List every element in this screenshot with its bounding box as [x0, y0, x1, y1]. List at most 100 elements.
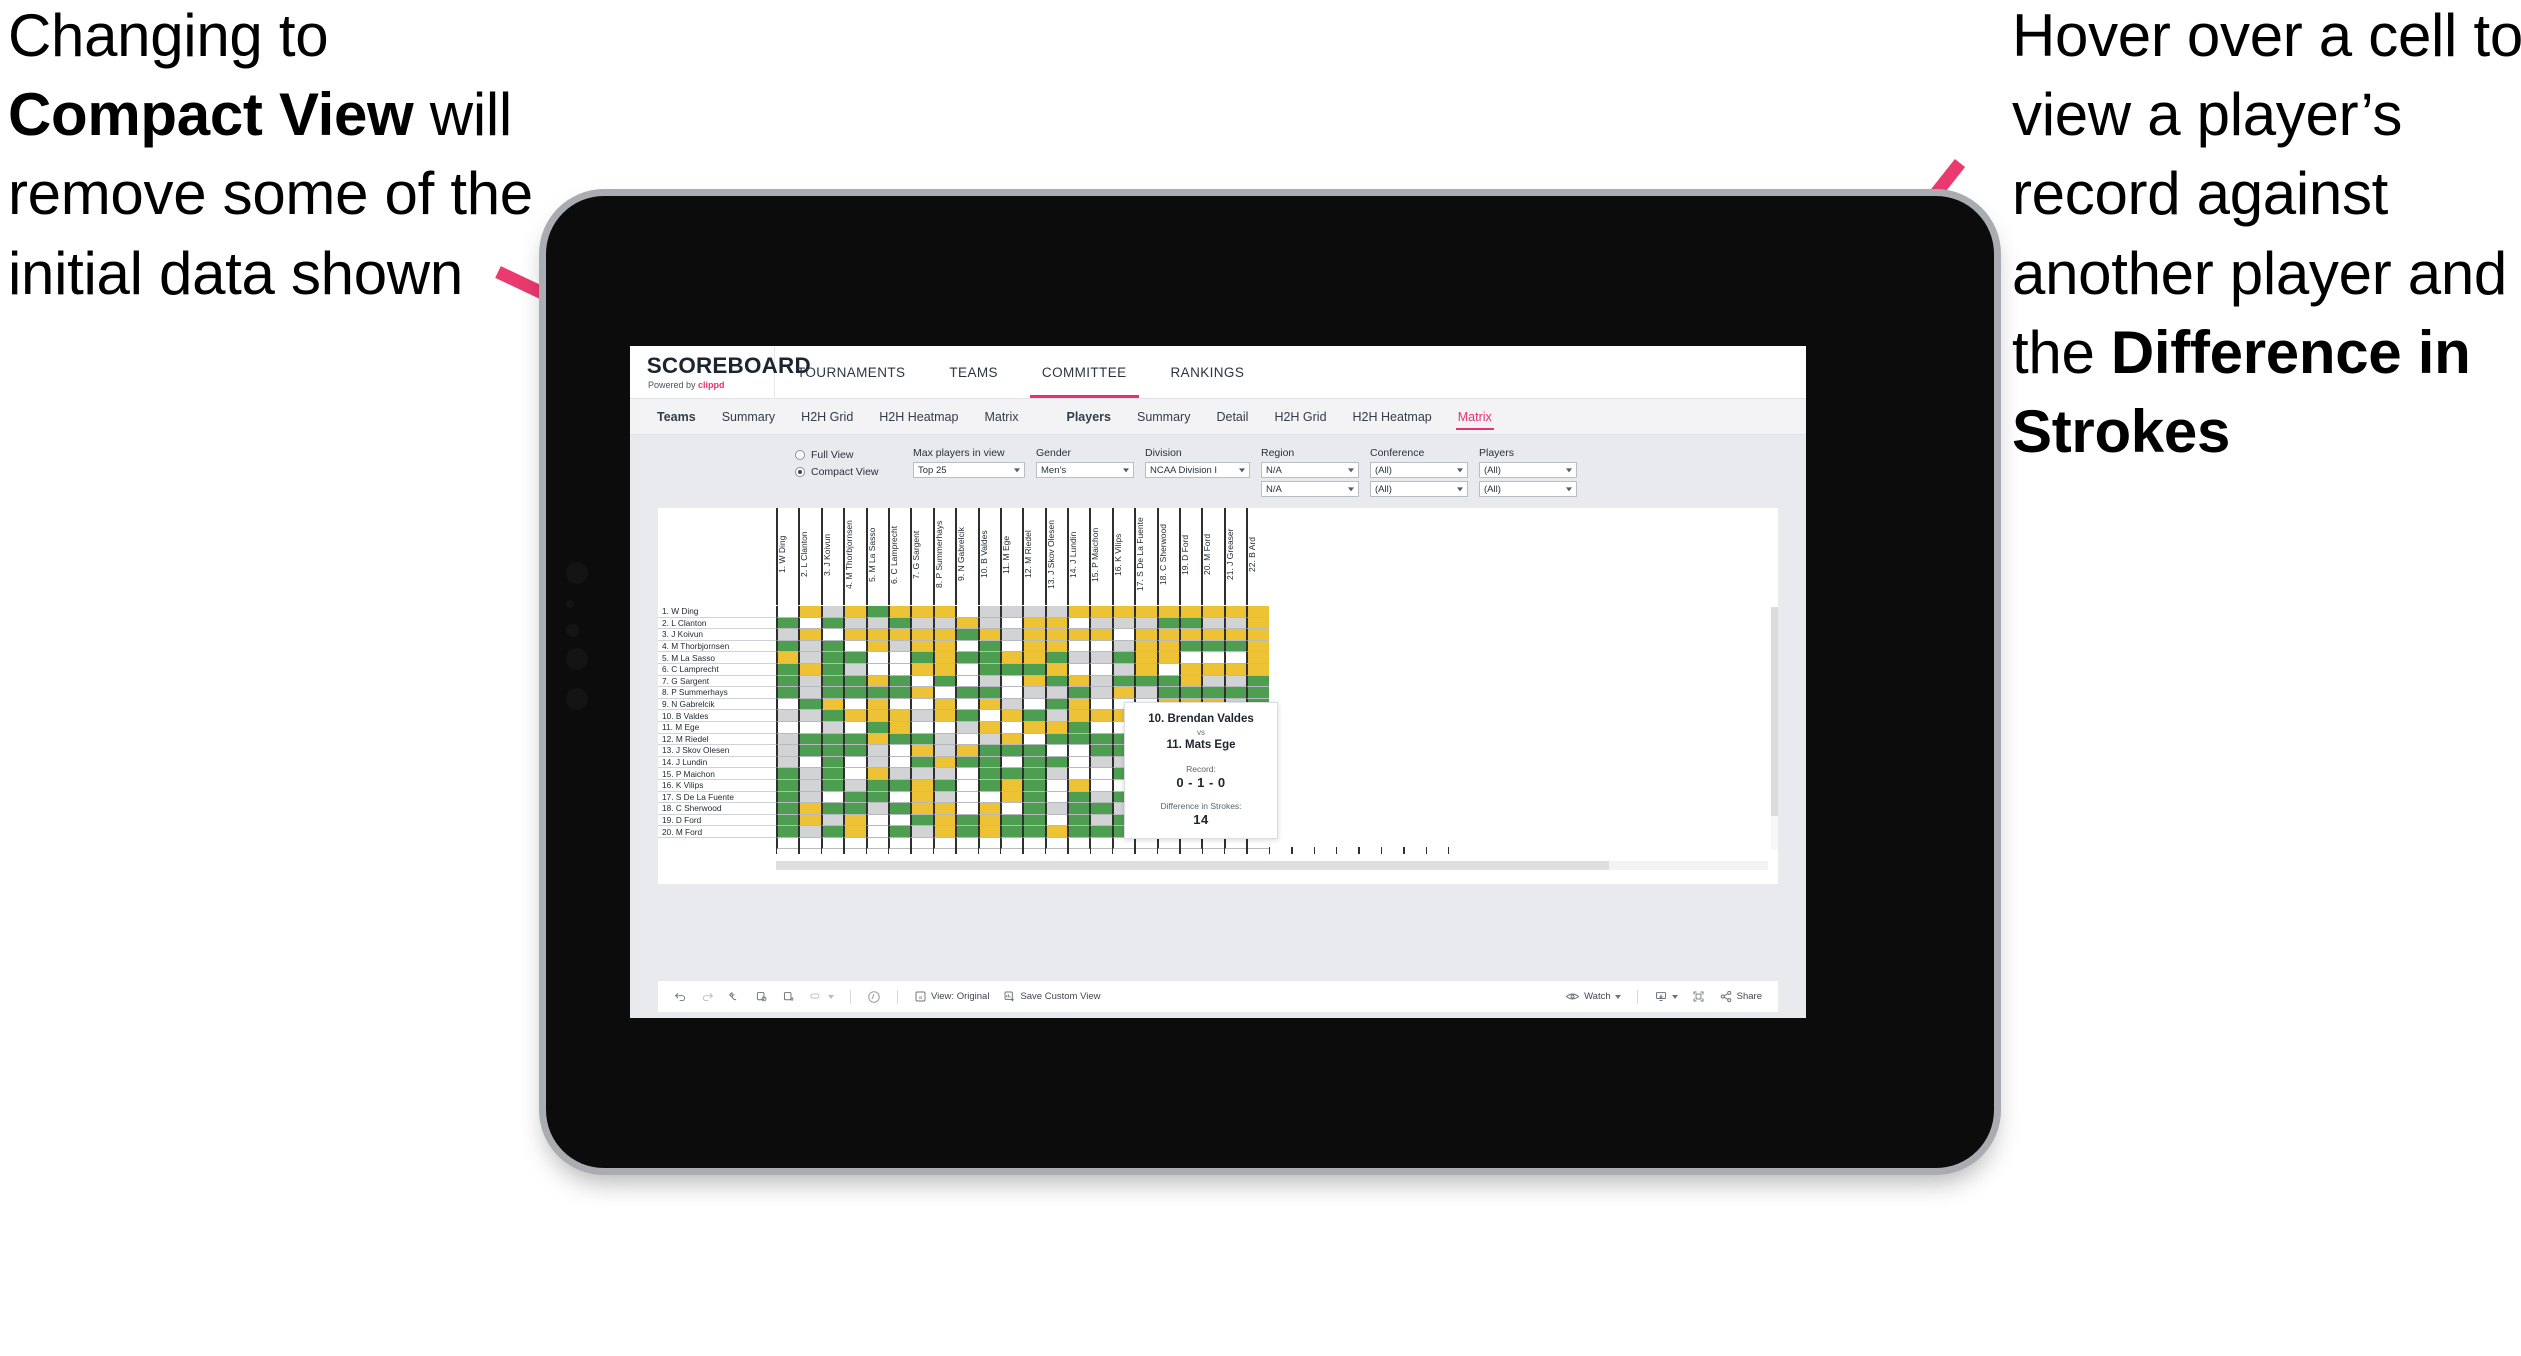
matrix-cell[interactable] [887, 710, 911, 722]
matrix-row-label[interactable]: 5. M La Sasso [658, 652, 776, 664]
matrix-cell[interactable] [1201, 675, 1224, 688]
matrix-cell[interactable] [1044, 663, 1068, 676]
matrix-cell[interactable] [955, 779, 978, 792]
matrix-cell[interactable] [1067, 640, 1090, 653]
matrix-column-header[interactable]: 16. K Vilips [1111, 508, 1135, 605]
matrix-cell[interactable] [776, 710, 799, 722]
matrix-cell[interactable] [820, 698, 844, 711]
view-original-button[interactable]: a View: Original [908, 985, 995, 1009]
matrix-cell[interactable] [955, 826, 978, 838]
matrix-cell[interactable] [932, 733, 956, 746]
matrix-cell[interactable] [1111, 629, 1135, 641]
matrix-cell[interactable] [910, 652, 933, 664]
matrix-cell[interactable] [1134, 640, 1157, 653]
matrix-cell[interactable] [977, 814, 1000, 827]
matrix-cell[interactable] [1246, 640, 1269, 653]
matrix-cell[interactable] [887, 675, 911, 688]
matrix-cell[interactable] [798, 803, 821, 815]
matrix-cell[interactable] [1179, 606, 1202, 618]
matrix-cell[interactable] [1156, 675, 1180, 688]
matrix-cell[interactable] [910, 721, 933, 734]
matrix-cell[interactable] [798, 629, 821, 641]
matrix-cell[interactable] [1022, 606, 1045, 618]
matrix-cell[interactable] [1022, 675, 1045, 688]
matrix-cell[interactable] [1022, 733, 1045, 746]
matrix-column-header[interactable]: 8. P Summerhays [932, 508, 956, 605]
matrix-cell[interactable] [1044, 826, 1068, 838]
matrix-cell[interactable] [820, 733, 844, 746]
nav-teams[interactable]: TEAMS [927, 346, 1020, 398]
matrix-cell[interactable] [932, 721, 956, 734]
matrix-cell[interactable] [955, 791, 978, 804]
matrix-cell[interactable] [776, 663, 799, 676]
matrix-cell[interactable] [887, 606, 911, 618]
matrix-cell[interactable] [1089, 606, 1112, 618]
matrix-cell[interactable] [887, 745, 911, 757]
matrix-cell[interactable] [887, 814, 911, 827]
matrix-cell[interactable] [776, 652, 799, 664]
matrix-cell[interactable] [932, 675, 956, 688]
matrix-cell[interactable] [776, 791, 799, 804]
matrix-cell[interactable] [1156, 617, 1180, 630]
matrix-cell[interactable] [1201, 663, 1224, 676]
subtab-players-summary[interactable]: Summary [1124, 399, 1203, 435]
matrix-cell[interactable] [910, 663, 933, 676]
matrix-cell[interactable] [1201, 629, 1224, 641]
matrix-cell[interactable] [776, 675, 799, 688]
matrix-cell[interactable] [1067, 663, 1090, 676]
matrix-cell[interactable] [1022, 826, 1045, 838]
matrix-row-label[interactable]: 9. N Gabrelcik [658, 698, 776, 711]
matrix-cell[interactable] [999, 663, 1023, 676]
matrix-cell[interactable] [1022, 779, 1045, 792]
matrix-cell[interactable] [1111, 663, 1135, 676]
matrix-cell[interactable] [999, 606, 1023, 618]
matrix-cell[interactable] [999, 687, 1023, 699]
matrix-cell[interactable] [1022, 710, 1045, 722]
matrix-cell[interactable] [999, 779, 1023, 792]
matrix-cell[interactable] [999, 756, 1023, 769]
matrix-cell[interactable] [887, 721, 911, 734]
subtab-teams-h2h-grid[interactable]: H2H Grid [788, 399, 866, 435]
matrix-cell[interactable] [1156, 652, 1180, 664]
matrix-cell[interactable] [887, 640, 911, 653]
select-players[interactable]: (All) [1479, 462, 1577, 478]
matrix-cell[interactable] [798, 745, 821, 757]
brand-logo[interactable]: SCOREBOARD Powered by clippd [630, 346, 811, 398]
matrix-cell[interactable] [843, 710, 866, 722]
matrix-cell[interactable] [1201, 687, 1224, 699]
matrix-cell[interactable] [887, 652, 911, 664]
matrix-cell[interactable] [1067, 791, 1090, 804]
matrix-cell[interactable] [1111, 675, 1135, 688]
matrix-cell[interactable] [1044, 779, 1068, 792]
matrix-row-label[interactable]: 17. S De La Fuente [658, 791, 776, 804]
matrix-cell[interactable] [1111, 652, 1135, 664]
matrix-cell[interactable] [955, 803, 978, 815]
matrix-cell[interactable] [955, 721, 978, 734]
matrix-cell[interactable] [910, 733, 933, 746]
matrix-cell[interactable] [955, 745, 978, 757]
subtab-players-h2h-heatmap[interactable]: H2H Heatmap [1340, 399, 1445, 435]
matrix-cell[interactable] [865, 617, 888, 630]
matrix-cell[interactable] [887, 803, 911, 815]
matrix-cell[interactable] [820, 826, 844, 838]
matrix-cell[interactable] [1067, 698, 1090, 711]
matrix-cell[interactable] [977, 652, 1000, 664]
matrix-cell[interactable] [843, 640, 866, 653]
matrix-cell[interactable] [887, 779, 911, 792]
matrix-cell[interactable] [1044, 698, 1068, 711]
matrix-cell[interactable] [1223, 629, 1247, 641]
matrix-cell[interactable] [776, 721, 799, 734]
matrix-cell[interactable] [820, 652, 844, 664]
matrix-cell[interactable] [1246, 675, 1269, 688]
matrix-cell[interactable] [1067, 629, 1090, 641]
matrix-cell[interactable] [887, 629, 911, 641]
matrix-cell[interactable] [820, 675, 844, 688]
matrix-cell[interactable] [999, 803, 1023, 815]
matrix-cell[interactable] [955, 663, 978, 676]
matrix-cell[interactable] [887, 791, 911, 804]
matrix-cell[interactable] [1067, 756, 1090, 769]
matrix-cell[interactable] [910, 745, 933, 757]
radio-compact-view[interactable]: Compact View [795, 466, 913, 478]
matrix-cell[interactable] [776, 617, 799, 630]
matrix-cell[interactable] [1246, 687, 1269, 699]
